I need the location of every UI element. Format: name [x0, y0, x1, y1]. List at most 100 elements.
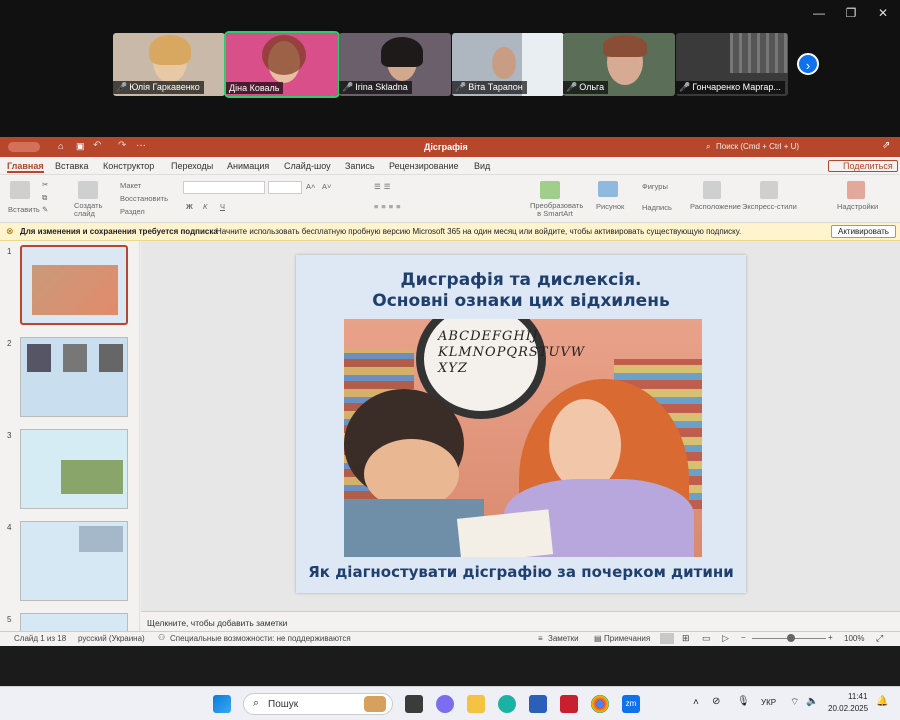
fit-to-window-icon[interactable]: ⤢	[876, 633, 883, 644]
copy-icon[interactable]: ⧉	[42, 193, 47, 203]
task-view-icon[interactable]	[405, 695, 423, 713]
textbox-button[interactable]: Надпись	[642, 203, 672, 212]
file-explorer-icon[interactable]	[467, 695, 485, 713]
input-language[interactable]: УКР	[761, 698, 776, 707]
tab-insert[interactable]: Вставка	[55, 161, 88, 171]
new-slide-icon[interactable]	[78, 181, 98, 199]
cut-icon[interactable]: ✂	[42, 180, 48, 189]
addins-button[interactable]: Надстройки	[837, 202, 878, 211]
underline-button[interactable]: Ч	[220, 202, 225, 211]
home-icon[interactable]: ⌂	[58, 141, 63, 151]
slideshow-icon[interactable]: ▷	[722, 633, 729, 644]
restore-icon[interactable]: ❐	[841, 6, 861, 20]
font-shrink-icon[interactable]: A˅	[322, 182, 331, 191]
participant-tile[interactable]: 🎤 Irina Skladna	[339, 33, 451, 96]
shapes-button[interactable]: Фигуры	[642, 182, 668, 191]
slide-thumb-3[interactable]	[20, 429, 128, 509]
slide-illustration[interactable]: ABCDEFGHIJ KLMNOPQRSTUVW XYZ	[344, 319, 702, 557]
app-icon[interactable]	[560, 695, 578, 713]
notes-pane[interactable]: Щелкните, чтобы добавить заметки	[141, 611, 900, 631]
minimize-icon[interactable]: —	[809, 6, 829, 20]
wifi-icon[interactable]: ⌔	[790, 696, 799, 709]
paste-button[interactable]: Вставить	[8, 205, 40, 214]
zoom-out-icon[interactable]: −	[741, 633, 746, 642]
slide-thumb-5[interactable]	[20, 613, 128, 631]
italic-button[interactable]: К	[203, 202, 207, 211]
zoom-level[interactable]: 100%	[844, 634, 864, 643]
more-icon[interactable]: ···	[136, 140, 146, 151]
slide-title-line2[interactable]: Основні ознаки цих відхилень	[296, 291, 746, 311]
zoom-in-icon[interactable]: +	[828, 633, 833, 642]
participant-tile[interactable]: 🎤 Віта Тарапон	[452, 33, 564, 96]
normal-view-icon[interactable]	[660, 633, 674, 644]
slide-sorter-icon[interactable]: ⊞	[682, 633, 690, 644]
slide-thumb-2[interactable]	[20, 337, 128, 417]
arrange-icon[interactable]	[703, 181, 721, 199]
slide-title-line1[interactable]: Дисграфія та дислексія.	[296, 270, 746, 290]
store-icon[interactable]	[529, 695, 547, 713]
zoom-icon[interactable]: zm	[622, 695, 640, 713]
tab-transitions[interactable]: Переходы	[171, 161, 213, 171]
notes-toggle[interactable]: Заметки	[548, 634, 579, 643]
clock-date[interactable]: 20.02.2025	[828, 704, 868, 713]
chrome-icon[interactable]	[591, 695, 609, 713]
slide-thumb-4[interactable]	[20, 521, 128, 601]
tab-slideshow[interactable]: Слайд-шоу	[284, 161, 331, 171]
share-link-icon[interactable]: ⇗	[882, 140, 890, 151]
notes-placeholder[interactable]: Щелкните, чтобы добавить заметки	[147, 618, 287, 628]
redo-icon[interactable]: ↷	[118, 140, 126, 151]
bullets-icon[interactable]: ☰☰	[374, 182, 393, 191]
copilot-icon[interactable]	[436, 695, 454, 713]
windows-start-icon[interactable]	[213, 695, 231, 713]
font-grow-icon[interactable]: A˄	[306, 182, 315, 191]
clock-time[interactable]: 11:41	[848, 692, 867, 701]
comments-toggle[interactable]: Примечания	[604, 634, 650, 643]
format-painter-icon[interactable]: ✎	[42, 205, 48, 214]
participant-tile[interactable]: 🎤 Ольга	[563, 33, 675, 96]
paste-icon[interactable]	[10, 181, 30, 199]
close-icon[interactable]: ✕	[873, 6, 893, 20]
picture-icon[interactable]	[598, 181, 618, 197]
tab-record[interactable]: Запись	[345, 161, 375, 171]
activate-button[interactable]: Активировать	[831, 225, 896, 238]
participant-tile[interactable]: 🎤 Гончаренко Маргар...	[676, 33, 788, 96]
taskbar-search[interactable]: ⌕ Пошук	[243, 693, 393, 715]
smartart-button[interactable]: Преобразовать в SmartArt	[530, 202, 583, 218]
tab-review[interactable]: Рецензирование	[389, 161, 459, 171]
slide-caption[interactable]: Як діагностувати дісграфію за почерком д…	[296, 563, 746, 581]
notifications-icon[interactable]: 🔔	[876, 696, 888, 707]
arrange-button[interactable]: Расположение	[690, 202, 741, 211]
quick-styles-icon[interactable]	[760, 181, 778, 199]
align-icon[interactable]: ≡≡≡≡	[374, 202, 404, 211]
next-page-button[interactable]: ›	[797, 53, 819, 75]
tab-design[interactable]: Конструктор	[103, 161, 154, 171]
tab-home[interactable]: Главная	[7, 161, 44, 173]
slide-thumb-1[interactable]	[20, 245, 128, 325]
participant-tile-active-speaker[interactable]: Діна Коваль	[224, 31, 340, 98]
section-button[interactable]: Раздел	[120, 207, 145, 216]
participant-tile[interactable]: 🎤 Юлія Гаркавенко	[113, 33, 225, 96]
current-slide[interactable]: Дисграфія та дислексія. Основні ознаки ц…	[296, 255, 746, 593]
search-box[interactable]: Поиск (Cmd + Ctrl + U)	[716, 142, 799, 151]
language-indicator[interactable]: русский (Украина)	[78, 634, 145, 643]
layout-button[interactable]: Макет	[120, 181, 141, 190]
tab-animations[interactable]: Анимация	[227, 161, 269, 171]
picture-button[interactable]: Рисунок	[596, 202, 624, 211]
show-hidden-icons-icon[interactable]: ˄	[693, 697, 699, 708]
new-slide-button[interactable]: Создать слайд	[74, 202, 104, 218]
tab-view[interactable]: Вид	[474, 161, 490, 171]
accessibility-status[interactable]: Специальные возможности: не поддерживают…	[170, 634, 351, 643]
reset-button[interactable]: Восстановить	[120, 194, 168, 203]
font-family-select[interactable]	[183, 181, 265, 194]
smartart-icon[interactable]	[540, 181, 560, 199]
font-size-select[interactable]	[268, 181, 302, 194]
save-icon[interactable]: ▣	[76, 141, 85, 152]
network-off-icon[interactable]: ⊘	[712, 696, 720, 707]
bold-button[interactable]: Ж	[186, 202, 193, 211]
addins-icon[interactable]	[847, 181, 865, 199]
zoom-slider-thumb[interactable]	[787, 634, 795, 642]
edge-icon[interactable]	[498, 695, 516, 713]
volume-icon[interactable]: 🔈	[806, 696, 818, 707]
reading-view-icon[interactable]: ▭	[702, 633, 711, 644]
traffic-lights[interactable]	[8, 142, 40, 152]
